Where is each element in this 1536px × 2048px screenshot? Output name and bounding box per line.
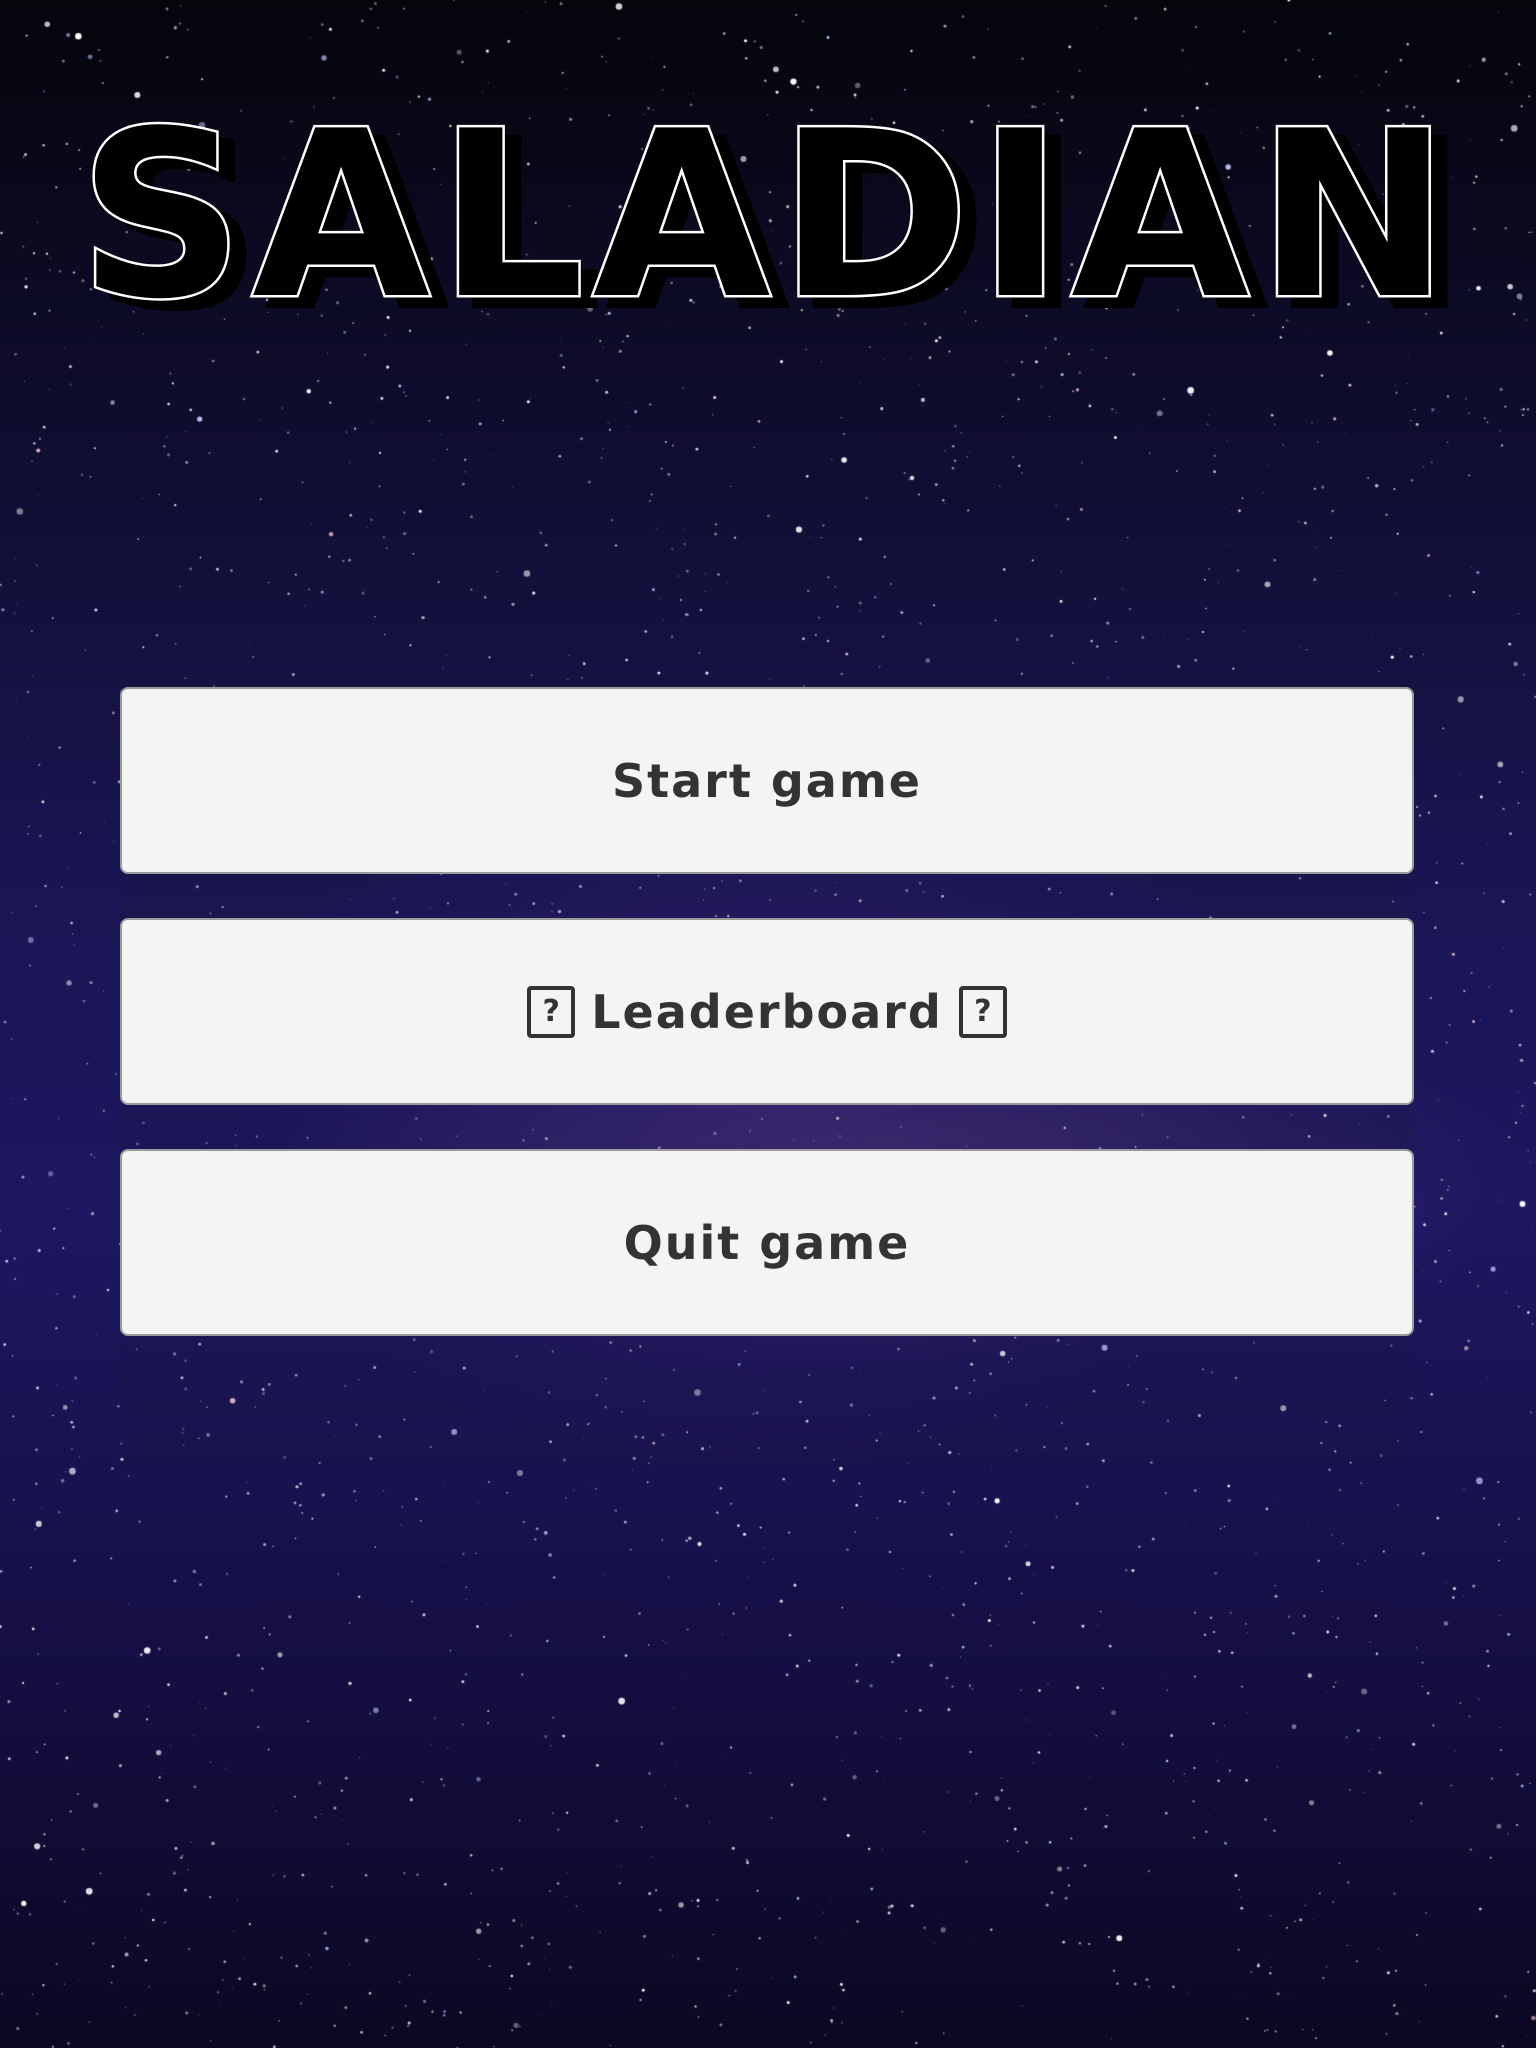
start-game-label: Start game bbox=[612, 753, 922, 808]
main-menu: Start game ? Leaderboard ? Quit game bbox=[120, 687, 1414, 1380]
game-title: SALADIAN bbox=[78, 95, 1457, 335]
missing-glyph-icon: ? bbox=[527, 985, 576, 1038]
quit-game-button[interactable]: Quit game bbox=[120, 1149, 1414, 1336]
start-game-button[interactable]: Start game bbox=[120, 687, 1414, 874]
game-logo-svg: SALADIAN SALADIAN bbox=[76, 95, 1469, 335]
leaderboard-button[interactable]: ? Leaderboard ? bbox=[120, 918, 1414, 1105]
quit-game-label: Quit game bbox=[623, 1215, 911, 1270]
game-logo: SALADIAN SALADIAN bbox=[0, 95, 1536, 335]
leaderboard-label: Leaderboard bbox=[591, 984, 943, 1039]
missing-glyph-icon: ? bbox=[958, 985, 1007, 1038]
